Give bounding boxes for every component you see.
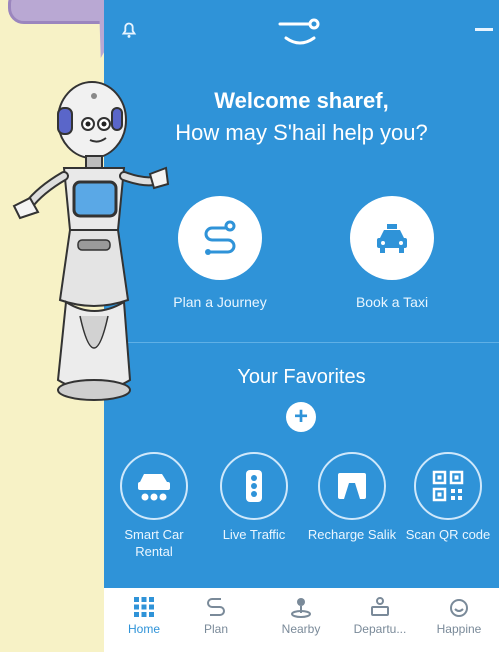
favorite-live-traffic[interactable]: Live Traffic bbox=[208, 452, 300, 543]
grid-icon bbox=[134, 597, 154, 617]
favorite-label: Live Traffic bbox=[222, 527, 286, 542]
bell-icon[interactable] bbox=[118, 18, 140, 40]
top-bar bbox=[104, 0, 499, 62]
tab-home[interactable]: Home bbox=[104, 588, 184, 652]
route-icon bbox=[207, 598, 225, 616]
tab-departures[interactable]: Departu... bbox=[340, 588, 420, 652]
route-icon bbox=[204, 220, 236, 255]
location-icon bbox=[291, 598, 311, 618]
tab-label: Departu... bbox=[353, 622, 407, 636]
traffic-light-icon bbox=[246, 470, 262, 502]
tab-happiness[interactable]: Happine bbox=[419, 588, 499, 652]
qr-code-icon bbox=[432, 470, 464, 502]
book-taxi-button[interactable]: Book a Taxi bbox=[312, 196, 472, 310]
tab-label: Plan bbox=[203, 622, 229, 636]
robot-illustration bbox=[12, 81, 170, 401]
favorite-label: Scan QR code bbox=[405, 527, 491, 542]
favorite-label: Recharge Salik bbox=[307, 527, 397, 542]
tab-label: Happine bbox=[436, 622, 482, 636]
taxi-icon bbox=[377, 224, 407, 253]
tab-nearby[interactable]: Nearby bbox=[261, 588, 341, 652]
favorite-smart-car-rental[interactable]: Smart Car Rental bbox=[108, 452, 200, 560]
menu-icon[interactable] bbox=[475, 28, 493, 43]
add-favorite-button[interactable]: + bbox=[286, 402, 316, 432]
favorite-scan-qr[interactable]: Scan QR code bbox=[402, 452, 494, 543]
tab-label: Home bbox=[127, 622, 160, 636]
departures-icon bbox=[371, 597, 389, 616]
book-taxi-label: Book a Taxi bbox=[355, 294, 429, 310]
favorite-recharge-salik[interactable]: Recharge Salik bbox=[306, 452, 398, 543]
favorite-label: Smart Car Rental bbox=[124, 527, 184, 559]
salik-icon bbox=[338, 473, 366, 499]
smiley-icon bbox=[450, 599, 468, 617]
car-rental-icon bbox=[138, 474, 170, 501]
bottom-tab-bar: Home Plan Nearby Departu... Happine bbox=[104, 588, 499, 652]
tab-plan[interactable]: Plan bbox=[176, 588, 256, 652]
tab-label: Nearby bbox=[281, 622, 321, 636]
app-logo bbox=[278, 18, 320, 45]
